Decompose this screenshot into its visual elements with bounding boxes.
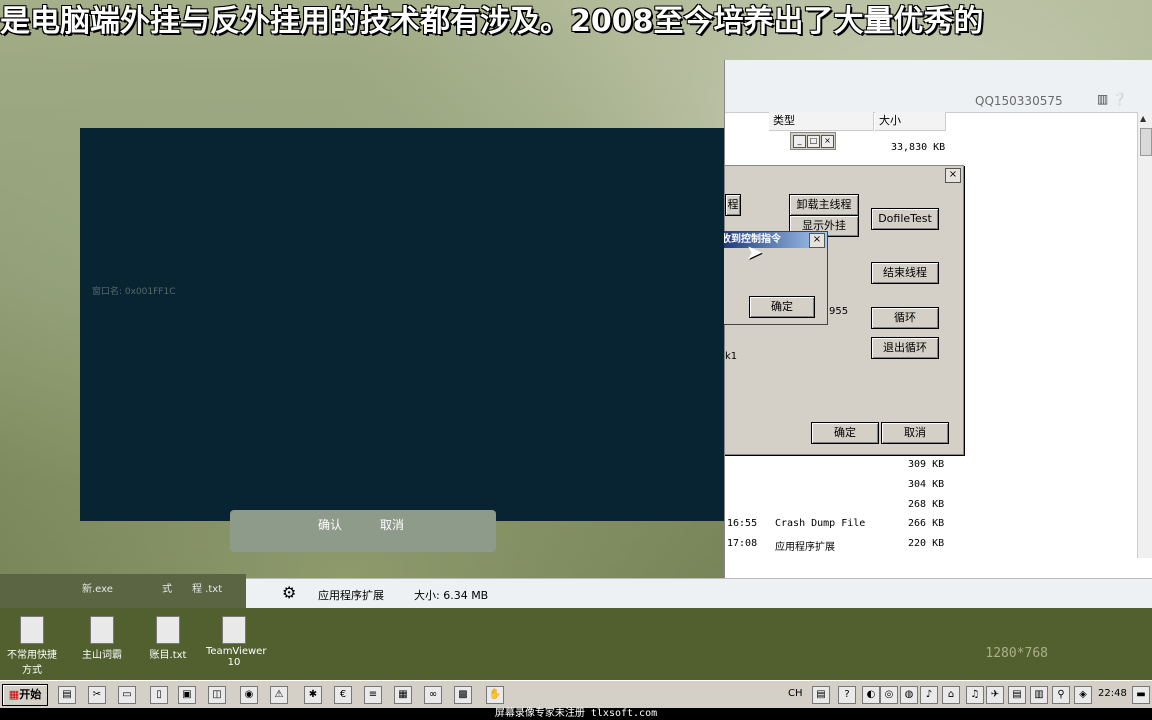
background-window-controls: _ □ ×: [790, 132, 836, 150]
file-row-size[interactable]: 268 KB: [908, 499, 944, 510]
close-icon[interactable]: ×: [809, 233, 825, 248]
file-row-type[interactable]: 应用程序扩展: [775, 538, 835, 553]
minimize-icon[interactable]: _: [793, 135, 806, 148]
explorer-toolbar: QQ150330575 ▥ ❔: [725, 60, 1152, 113]
file-row-type[interactable]: Crash Dump File: [775, 518, 865, 529]
status-size: 大小: 6.34 MB: [414, 589, 489, 602]
unload-main-thread-button[interactable]: 卸载主线程: [789, 194, 859, 216]
file-row-size[interactable]: 33,830 KB: [891, 142, 945, 153]
cancel-button[interactable]: 取消: [881, 422, 949, 444]
desktop-label-strip: 新.exe 式 程 .txt: [0, 574, 246, 608]
tray-icon[interactable]: ▥: [1030, 686, 1048, 704]
desktop-icon-accounts[interactable]: 账目.txt: [140, 616, 196, 661]
desktop-icon-shortcuts[interactable]: 不常用快捷方式: [4, 616, 60, 676]
black-console-panel: 窗口名: 0x001FF1C: [80, 128, 724, 521]
taskbar: ▦开始 ▤ ✂ ▭ ▯ ▣ ◫ ◉ ⚠ ✱ € ≡ ▦ ∞ ▩ ✋ CH ▤ ?…: [0, 680, 1152, 709]
dofile-test-button[interactable]: DofileTest: [871, 208, 939, 230]
quicklaunch-icon[interactable]: ✋: [486, 686, 504, 704]
close-icon[interactable]: ×: [821, 135, 834, 148]
k1-label: k1: [725, 351, 738, 362]
tray-icon[interactable]: ✈: [986, 686, 1004, 704]
input-language-label[interactable]: CH: [788, 688, 803, 699]
file-row-size[interactable]: 304 KB: [908, 479, 944, 490]
quicklaunch-icon[interactable]: ✂: [88, 686, 106, 704]
desktop-label: 新.exe: [82, 584, 113, 595]
column-header-size[interactable]: 大小: [875, 112, 946, 131]
file-row-time[interactable]: 16:55: [727, 518, 757, 529]
quicklaunch-icon[interactable]: €: [334, 686, 352, 704]
background-ok-button[interactable]: 确认: [318, 516, 342, 533]
file-row-size[interactable]: 309 KB: [908, 459, 944, 470]
quicklaunch-icon[interactable]: ▣: [178, 686, 196, 704]
quicklaunch-icon[interactable]: ◫: [208, 686, 226, 704]
tray-icon[interactable]: ♪: [920, 686, 938, 704]
network-icon[interactable]: ◈: [1074, 686, 1092, 704]
quicklaunch-icon[interactable]: ◉: [240, 686, 258, 704]
text-file-icon: [156, 616, 180, 644]
shortcut-icon: [90, 616, 114, 644]
ok-button[interactable]: 确定: [811, 422, 879, 444]
background-dialog-buttons: 确认 取消: [230, 510, 496, 552]
quicklaunch-icon[interactable]: ✱: [304, 686, 322, 704]
scroll-up-icon[interactable]: ▲: [1140, 114, 1146, 123]
folder-icon: [20, 616, 44, 644]
clock[interactable]: 22:48: [1098, 688, 1127, 699]
quicklaunch-icon[interactable]: ∞: [424, 686, 442, 704]
tray-icon[interactable]: ▤: [1008, 686, 1026, 704]
quicklaunch-icon[interactable]: ▦: [394, 686, 412, 704]
maximize-icon[interactable]: □: [807, 135, 820, 148]
quicklaunch-icon[interactable]: ▤: [58, 686, 76, 704]
file-row-size[interactable]: 220 KB: [908, 538, 944, 549]
exit-loop-button[interactable]: 退出循环: [871, 337, 939, 359]
loop-button[interactable]: 循环: [871, 307, 939, 329]
desktop-label: 程 .txt: [192, 584, 223, 595]
message-box[interactable]: 接收到控制指令 × 确定: [706, 231, 828, 325]
view-options-icon[interactable]: ▥ ❔: [1097, 92, 1127, 106]
tray-icon[interactable]: ◐: [862, 686, 880, 704]
file-row-time[interactable]: 17:08: [727, 538, 757, 549]
tray-icon[interactable]: ⌂: [942, 686, 960, 704]
desktop-icons-area: 不常用快捷方式 主山词霸 账目.txt TeamViewer 10 1280*7…: [0, 608, 1152, 680]
windows-logo-icon: ▦: [8, 688, 20, 701]
tray-icon[interactable]: ◍: [900, 686, 918, 704]
file-icon: ⚙: [282, 583, 297, 602]
start-button[interactable]: ▦开始: [2, 684, 48, 706]
explorer-status-bar: ⚙ 应用程序扩展 大小: 6.34 MB: [246, 578, 1152, 609]
message-ok-button[interactable]: 确定: [749, 296, 815, 318]
quicklaunch-icon[interactable]: ▩: [454, 686, 472, 704]
background-cancel-button[interactable]: 取消: [380, 516, 404, 533]
close-icon[interactable]: ×: [945, 168, 961, 183]
end-thread-button[interactable]: 结束线程: [871, 262, 939, 284]
overlay-banner-text: 是电脑端外挂与反外挂用的技术都有涉及。2008至今培养出了大量优秀的: [0, 4, 984, 39]
explorer-user-label: QQ150330575: [975, 94, 1063, 108]
quicklaunch-icon[interactable]: ⚠: [270, 686, 288, 704]
teamviewer-icon: [222, 616, 246, 644]
status-type: 应用程序扩展: [318, 589, 384, 602]
desktop-icon-teamviewer[interactable]: TeamViewer 10: [206, 616, 266, 668]
value-field[interactable]: 955: [829, 306, 848, 317]
window-name-label: 窗口名: 0x001FF1C: [92, 287, 176, 297]
quicklaunch-icon[interactable]: ▯: [150, 686, 168, 704]
resolution-label: 1280*768: [985, 646, 1048, 661]
column-header-type[interactable]: 类型: [769, 112, 874, 131]
vertical-scrollbar[interactable]: ▲ ▼: [1137, 112, 1152, 605]
desktop-label: 式: [162, 584, 172, 595]
tray-icon[interactable]: ◎: [880, 686, 898, 704]
mouse-cursor-icon: ➤: [746, 240, 763, 264]
volume-icon[interactable]: ♫: [966, 686, 984, 704]
recorder-watermark: 屏幕录像专家未注册 tlxsoft.com: [0, 708, 1152, 720]
thread-button[interactable]: 程: [725, 194, 741, 216]
quicklaunch-icon[interactable]: ≡: [364, 686, 382, 704]
quicklaunch-icon[interactable]: ▭: [118, 686, 136, 704]
show-desktop-icon[interactable]: ▬: [1132, 686, 1150, 704]
file-row-size[interactable]: 266 KB: [908, 518, 944, 529]
scroll-thumb[interactable]: [1140, 128, 1152, 156]
desktop-icon-dictionary[interactable]: 主山词霸: [74, 616, 130, 661]
tray-icon[interactable]: ▤: [812, 686, 830, 704]
tray-icon[interactable]: ⚲: [1052, 686, 1070, 704]
help-icon[interactable]: ?: [838, 686, 856, 704]
